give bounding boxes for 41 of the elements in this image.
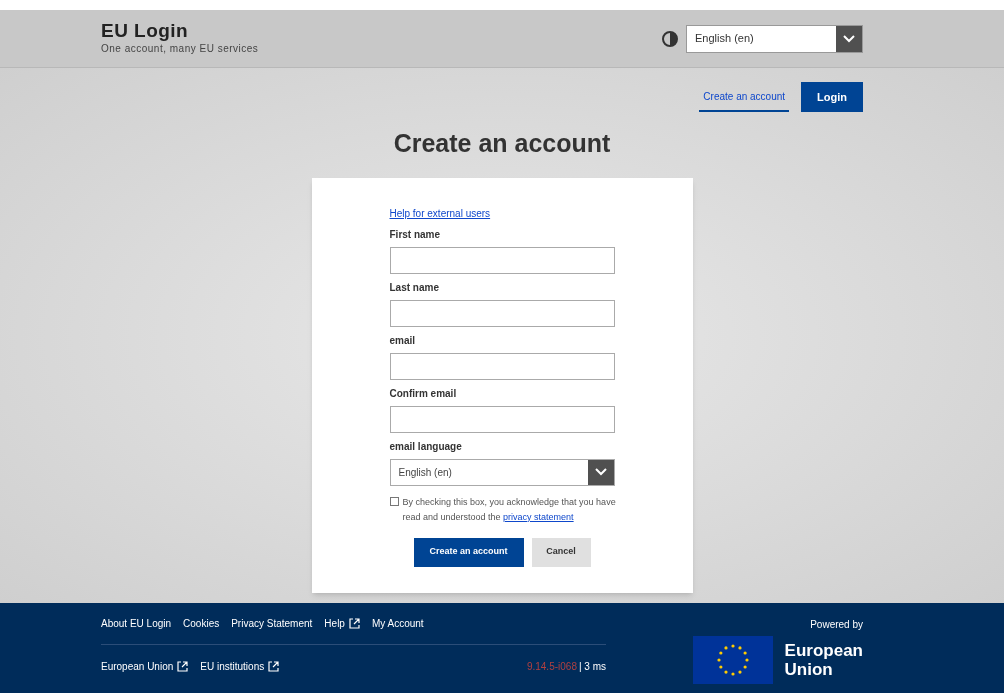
cancel-button[interactable]: Cancel (531, 537, 591, 567)
footer-link[interactable]: EU institutions (200, 658, 280, 674)
text-input[interactable] (389, 299, 615, 327)
site-title: EU Login (101, 21, 190, 41)
language-select[interactable]: English (en) (686, 24, 863, 53)
field-label: First name (389, 227, 442, 242)
contrast-icon (662, 30, 678, 47)
create-account-button[interactable]: Create an account (413, 537, 524, 567)
site-subtitle: One account, many EU services (101, 42, 259, 56)
field-label: Last name (389, 280, 440, 295)
field-label: email (389, 333, 417, 348)
version-number: 9.14.5-i068 (526, 659, 577, 674)
login-button[interactable]: Login (801, 82, 863, 112)
field-label: email language (389, 439, 463, 454)
consent-text: By checking this box, you acknowledge that you have read and understood the privacy statement (402, 495, 617, 524)
text-input[interactable] (389, 246, 615, 274)
external-link-icon (348, 618, 360, 629)
logo-text: European (784, 641, 863, 660)
consent-checkbox[interactable] (389, 496, 399, 506)
footer-link[interactable]: My Account (371, 616, 424, 631)
external-link-icon (268, 660, 280, 672)
chevron-down-icon (594, 468, 607, 476)
text-input[interactable] (389, 405, 615, 433)
eu-flag-icon (692, 636, 773, 684)
external-link-icon (177, 660, 189, 672)
nav-link[interactable]: Create an account (699, 82, 790, 112)
response-time: | 3 ms (577, 659, 606, 674)
field-label: Confirm email (389, 386, 458, 401)
footer-link[interactable]: Privacy Statement (231, 616, 313, 631)
footer-link[interactable]: About EU Login (101, 616, 172, 631)
privacy-link[interactable]: privacy statement (503, 511, 574, 522)
chevron-down-icon (843, 34, 855, 43)
page-title: Create an account (393, 128, 611, 159)
powered-by-label: Powered by (810, 618, 863, 632)
footer-link[interactable]: Help (324, 616, 360, 631)
logo-text: Union (784, 660, 834, 679)
text-input[interactable] (389, 352, 615, 380)
email-language-select[interactable]: English (en) (389, 458, 615, 486)
help-link[interactable]: Help for external users (389, 205, 615, 221)
footer-link[interactable]: Cookies (183, 616, 220, 631)
footer-link[interactable]: European Union (101, 658, 189, 674)
